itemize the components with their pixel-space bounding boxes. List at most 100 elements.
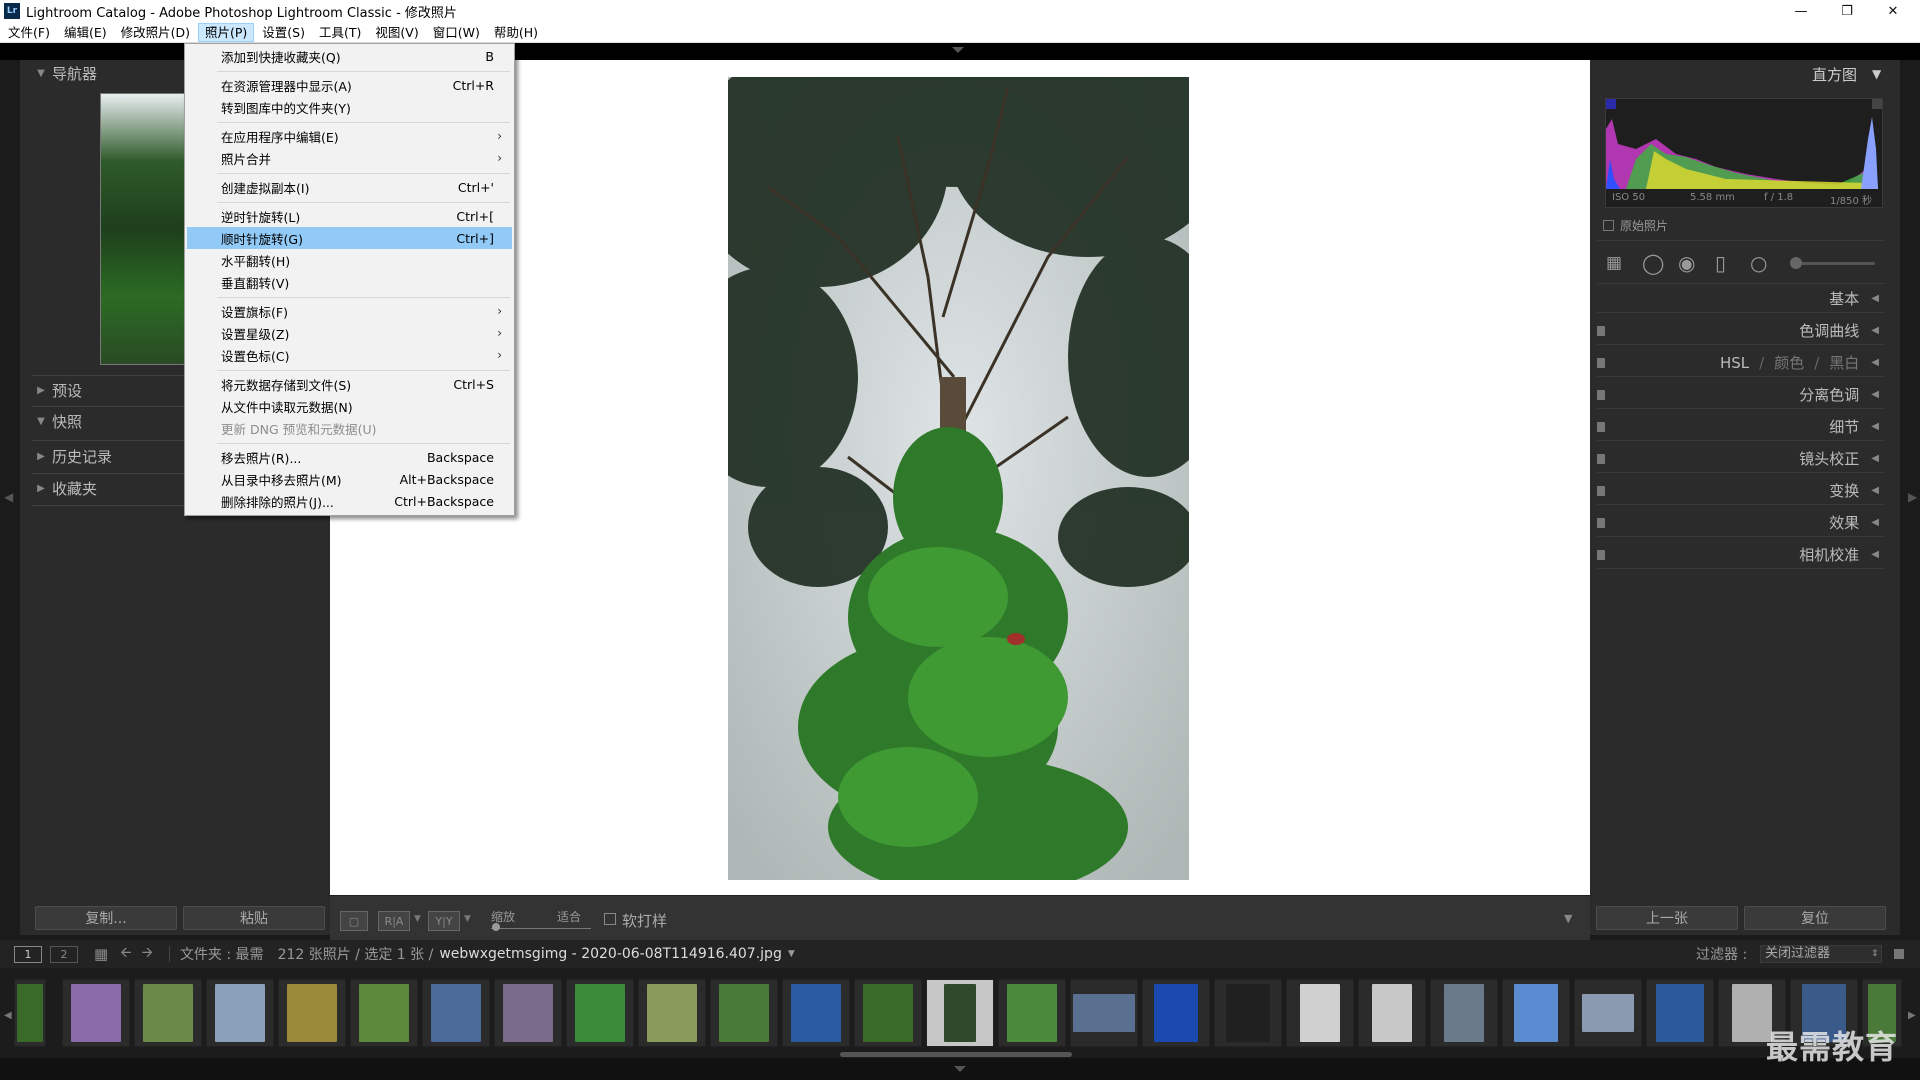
zoom-slider[interactable] <box>491 928 591 929</box>
menu-set-flag[interactable]: 设置旗标(F) › <box>187 300 512 322</box>
menu-edit[interactable]: 编辑(E) <box>58 23 113 42</box>
menu-photo-merge[interactable]: 照片合并 › <box>187 147 512 169</box>
original-photo-checkbox[interactable] <box>1603 220 1614 231</box>
toolbar-menu-icon[interactable]: ▼ <box>1564 912 1572 925</box>
zoom-slider-handle[interactable] <box>492 923 500 931</box>
menu-save-metadata[interactable]: 将元数据存储到文件(S) Ctrl+S <box>187 373 512 395</box>
menu-rotate-left[interactable]: 逆时针旋转(L) Ctrl+[ <box>187 205 512 227</box>
transform-section[interactable]: 变换 ◀ <box>1597 477 1885 505</box>
secondary-window-button[interactable]: 2 <box>50 945 78 963</box>
bottom-panel-toggle-icon[interactable] <box>954 1066 966 1072</box>
filmstrip-thumb[interactable] <box>278 979 346 1047</box>
softproof-checkbox[interactable] <box>604 913 616 925</box>
filmstrip-thumb[interactable] <box>422 979 490 1047</box>
reset-button[interactable]: 复位 <box>1744 906 1886 930</box>
filmstrip-thumb[interactable] <box>1646 979 1714 1047</box>
spot-removal-icon[interactable]: ◉ <box>1678 253 1695 273</box>
panel-switch-icon[interactable] <box>1597 390 1605 400</box>
panel-switch-icon[interactable] <box>1597 358 1605 368</box>
basic-section[interactable]: 基本 ◀ <box>1597 285 1885 313</box>
dropdown-arrow-icon[interactable]: ▼ <box>464 914 471 924</box>
detail-section[interactable]: 细节 ◀ <box>1597 413 1885 441</box>
menu-go-to-folder[interactable]: 转到图库中的文件夹(Y) <box>187 96 512 118</box>
filmstrip-thumb[interactable] <box>998 979 1066 1047</box>
filename[interactable]: webwxgetmsgimg - 2020-06-08T114916.407.j… <box>439 946 782 962</box>
grid-view-icon[interactable]: ▦ <box>94 945 108 963</box>
paste-button[interactable]: 粘贴 <box>183 906 325 930</box>
radial-filter-icon[interactable]: ○ <box>1750 253 1767 273</box>
filmstrip-thumb[interactable] <box>1214 979 1282 1047</box>
split-toning-section[interactable]: 分离色调 ◀ <box>1597 381 1885 409</box>
histogram[interactable]: ISO 50 5.58 mm f / 1.8 1/850 秒 <box>1605 98 1883 208</box>
filmstrip-thumb[interactable] <box>1070 979 1138 1047</box>
menu-add-quick-collection[interactable]: 添加到快捷收藏夹(Q) B <box>187 45 512 67</box>
filter-select[interactable]: 关闭过滤器 <box>1760 945 1882 963</box>
menu-tools[interactable]: 工具(T) <box>313 23 367 42</box>
brush-size-slider[interactable] <box>1795 262 1875 265</box>
filmstrip-thumb[interactable] <box>1142 979 1210 1047</box>
close-icon[interactable]: ✕ <box>1870 0 1916 22</box>
menu-remove-from-catalog[interactable]: 从目录中移去照片(M) Alt+Backspace <box>187 468 512 490</box>
menu-edit-in[interactable]: 在应用程序中编辑(E) › <box>187 125 512 147</box>
right-panel-toggle-icon[interactable]: ▶ <box>1908 490 1917 504</box>
scroll-right-icon[interactable]: ▶ <box>1908 1010 1916 1021</box>
menu-help[interactable]: 帮助(H) <box>488 23 544 42</box>
filmstrip-thumb[interactable] <box>14 979 46 1047</box>
previous-button[interactable]: 上一张 <box>1596 906 1738 930</box>
before-after-button[interactable]: R|A <box>378 911 410 931</box>
menu-flip-vertical[interactable]: 垂直翻转(V) <box>187 271 512 293</box>
brush-slider-handle[interactable] <box>1790 257 1802 269</box>
filmstrip-thumb[interactable] <box>1286 979 1354 1047</box>
panel-switch-icon[interactable] <box>1597 454 1605 464</box>
filmstrip-thumb[interactable] <box>350 979 418 1047</box>
filmstrip-thumb[interactable] <box>710 979 778 1047</box>
grid-tool-icon[interactable]: ▦ <box>1606 253 1622 273</box>
lens-correction-section[interactable]: 镜头校正 ◀ <box>1597 445 1885 473</box>
filmstrip-thumb[interactable] <box>134 979 202 1047</box>
panel-switch-icon[interactable] <box>1597 550 1605 560</box>
menu-set-color-label[interactable]: 设置色标(C) › <box>187 344 512 366</box>
hsl-section[interactable]: HSL / 颜色 / 黑白 ◀ <box>1597 349 1885 377</box>
main-window-button[interactable]: 1 <box>14 945 42 963</box>
filmstrip-thumb[interactable] <box>854 979 922 1047</box>
minimize-icon[interactable]: — <box>1778 0 1824 22</box>
scroll-left-icon[interactable]: ◀ <box>4 1010 12 1021</box>
menu-flip-horizontal[interactable]: 水平翻转(H) <box>187 249 512 271</box>
panel-switch-icon[interactable] <box>1597 326 1605 336</box>
left-panel-toggle-icon[interactable]: ◀ <box>4 490 13 504</box>
filmstrip-thumb-selected[interactable] <box>926 979 994 1047</box>
back-arrow-icon[interactable]: 🡨 <box>120 942 131 966</box>
menu-window[interactable]: 窗口(W) <box>427 23 486 42</box>
filmstrip-thumb[interactable] <box>1502 979 1570 1047</box>
filmstrip-thumb[interactable] <box>206 979 274 1047</box>
panel-switch-icon[interactable] <box>1597 486 1605 496</box>
panel-switch-icon[interactable] <box>1597 518 1605 528</box>
menu-photo[interactable]: 照片(P) <box>198 22 255 42</box>
graduated-filter-icon[interactable]: ▯ <box>1715 253 1726 273</box>
scrollbar-thumb[interactable] <box>840 1052 1072 1057</box>
triangle-down-icon[interactable]: ▼ <box>1872 67 1881 81</box>
menu-view[interactable]: 视图(V) <box>369 23 424 42</box>
filmstrip-thumb[interactable] <box>566 979 634 1047</box>
dropdown-arrow-icon[interactable]: ▼ <box>414 914 421 924</box>
filmstrip-thumb[interactable] <box>1574 979 1642 1047</box>
histogram-title[interactable]: 直方图 <box>1812 64 1857 85</box>
menu-set-rating[interactable]: 设置星级(Z) › <box>187 322 512 344</box>
filter-lock-icon[interactable] <box>1894 949 1904 959</box>
source-label[interactable]: 文件夹 : 最需 <box>180 944 264 964</box>
restore-icon[interactable]: ❐ <box>1824 0 1870 22</box>
menu-remove-photo[interactable]: 移去照片(R)... Backspace <box>187 446 512 468</box>
before-after-split-button[interactable]: Y|Y <box>428 911 460 931</box>
filmstrip-thumb[interactable] <box>638 979 706 1047</box>
filmstrip-thumb[interactable] <box>1358 979 1426 1047</box>
menu-settings[interactable]: 设置(S) <box>256 23 311 42</box>
menu-file[interactable]: 文件(F) <box>2 23 56 42</box>
filmstrip-thumb[interactable] <box>494 979 562 1047</box>
copy-button[interactable]: 复制... <box>35 906 177 930</box>
menu-develop[interactable]: 修改照片(D) <box>115 23 196 42</box>
menu-show-in-explorer[interactable]: 在资源管理器中显示(A) Ctrl+R <box>187 74 512 96</box>
menu-read-metadata[interactable]: 从文件中读取元数据(N) <box>187 395 512 417</box>
loupe-view-icon[interactable]: ▢ <box>340 911 368 931</box>
menu-rotate-right[interactable]: 顺时针旋转(G) Ctrl+] <box>187 227 512 249</box>
crop-overlay-icon[interactable]: ◯ <box>1642 253 1664 273</box>
